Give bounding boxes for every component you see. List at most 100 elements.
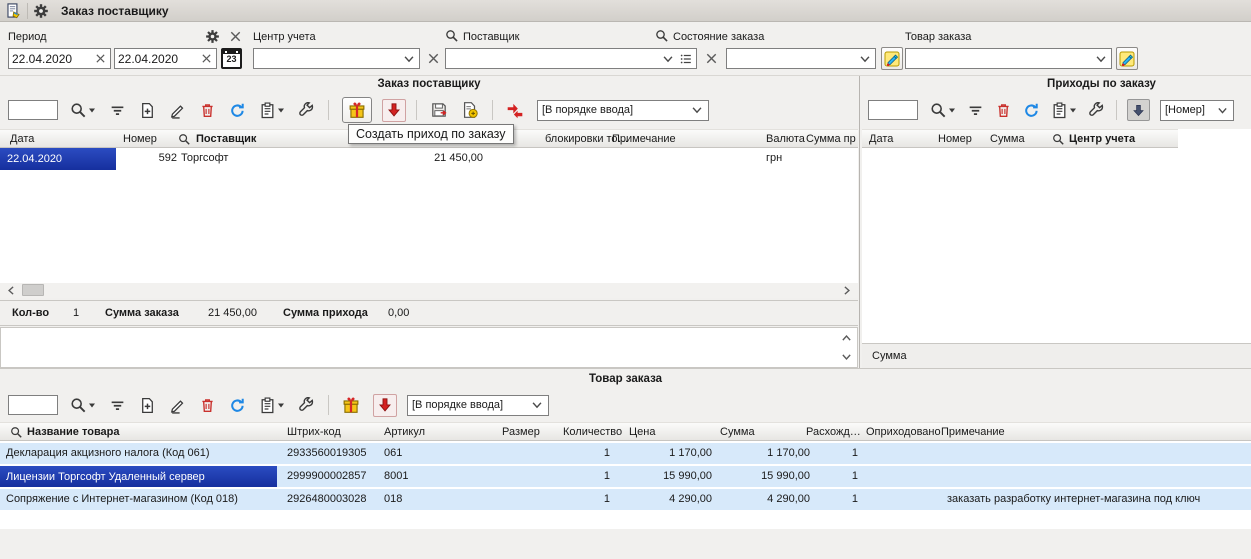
report-icon[interactable] [5,2,22,19]
scroll-right-icon[interactable] [840,284,853,297]
delete-button[interactable] [995,102,1012,119]
product-row[interactable]: Сопряжение с Интернет-магазином (Код 018… [0,489,1251,510]
col-center[interactable]: Центр учета [1069,133,1135,145]
wrench-icon [1088,102,1105,119]
order-notes-area[interactable] [0,327,858,368]
settings-button[interactable] [298,397,315,414]
product-name-selected-cell[interactable]: Лицензии Торгсофт Удаленный сервер [0,466,277,487]
order-product-filter-select[interactable] [905,48,1112,69]
order-hscrollbar[interactable] [0,283,858,298]
period-to-input[interactable]: 22.04.2020 [114,48,217,69]
edit-button[interactable] [169,397,186,414]
scroll-thumb[interactable] [22,284,44,296]
receipts-sort-select[interactable]: [Номер] [1160,99,1234,121]
col-received[interactable]: Оприходовано [866,426,941,438]
order-sort-select[interactable]: [В порядке ввода] [537,99,709,121]
receipts-search-input[interactable] [868,100,918,120]
add-button[interactable] [139,102,156,119]
col-note[interactable]: Примечание [941,426,1005,438]
scroll-down-icon[interactable] [840,350,853,363]
refresh-button[interactable] [229,397,246,414]
order-protect-button[interactable] [461,101,479,119]
search-button[interactable] [70,102,96,119]
refresh-button[interactable] [1023,102,1040,119]
merge-orders-button[interactable] [506,101,524,119]
product-row[interactable]: Лицензии Торгсофт Удаленный сервер 29999… [0,466,1251,487]
col-supplier[interactable]: Поставщик [196,133,256,145]
refresh-button[interactable] [229,102,246,119]
product-sort-select[interactable]: [В порядке ввода] [407,394,549,416]
unload-receipt-button[interactable] [1127,99,1150,121]
order-state-filter-select[interactable] [726,48,876,69]
calendar-button[interactable]: 23 [221,48,242,69]
col-date[interactable]: Дата [10,133,34,145]
product-panel-title: Товар заказа [588,373,663,385]
settings-button[interactable] [298,102,315,119]
col-sum[interactable]: Сумма [990,133,1025,145]
clipboard-icon [259,397,276,414]
col-receipt-sum[interactable]: Сумма пр [806,133,856,145]
col-date[interactable]: Дата [869,133,893,145]
col-sum[interactable]: Сумма [720,426,755,438]
filter-button[interactable] [109,102,126,119]
filter-button[interactable] [109,397,126,414]
clear-x-icon[interactable] [200,52,213,65]
scroll-up-icon[interactable] [840,332,853,345]
receipts-grid-body[interactable] [862,148,1251,343]
clear-x-icon[interactable] [94,52,107,65]
search-button[interactable] [70,397,96,414]
create-receipt-button[interactable] [342,97,372,123]
order-state-edit-button[interactable] [881,47,903,70]
delete-button[interactable] [199,102,216,119]
col-article[interactable]: Артикул [384,426,425,438]
col-qty[interactable]: Количество [563,426,622,438]
product-search-input[interactable] [8,395,58,415]
order-grid-body[interactable]: 22.04.2020 592 Торгсофт 21 450,00 грн [0,148,858,283]
col-number[interactable]: Номер [123,133,157,145]
order-search-input[interactable] [8,100,58,120]
period-clear-icon[interactable] [228,29,243,44]
product-grid-header[interactable]: Название товара Штрих-код Артикул Размер… [0,422,1251,441]
settings-button[interactable] [1088,102,1105,119]
toolbar-divider [1116,100,1117,120]
product-article: 8001 [384,470,409,482]
supplier-clear-icon[interactable] [704,51,719,66]
col-number[interactable]: Номер [938,133,972,145]
create-receipt-button[interactable] [342,396,360,414]
col-currency[interactable]: Валюта [766,133,805,145]
product-grid-body[interactable]: Декларация акцизного налога (Код 061) 29… [0,441,1251,529]
product-sum: 15 990,00 [761,470,810,482]
supplier-filter-select[interactable] [445,48,697,69]
col-price[interactable]: Цена [629,426,655,438]
order-row-date-cell[interactable]: 22.04.2020 [0,148,116,170]
col-size[interactable]: Размер [502,426,540,438]
edit-button[interactable] [169,102,186,119]
unload-product-button[interactable] [373,393,397,417]
report-button[interactable] [1051,102,1077,119]
center-filter-select[interactable] [253,48,420,69]
filter-button[interactable] [967,102,984,119]
product-row[interactable]: Декларация акцизного налога (Код 061) 29… [0,443,1251,464]
delete-button[interactable] [199,397,216,414]
report-button[interactable] [259,102,285,119]
period-from-input[interactable]: 22.04.2020 [8,48,111,69]
order-product-filter-label: Товар заказа [905,31,972,43]
unload-order-button[interactable] [382,98,406,122]
scroll-left-icon[interactable] [5,284,18,297]
col-name[interactable]: Название товара [27,426,120,438]
report-button[interactable] [259,397,285,414]
order-product-edit-button[interactable] [1116,47,1138,70]
search-button[interactable] [930,102,956,119]
period-settings-gear-icon[interactable] [205,29,220,44]
center-clear-icon[interactable] [426,51,441,66]
col-note[interactable]: Примечание [612,133,676,145]
add-button[interactable] [139,397,156,414]
col-barcode[interactable]: Штрих-код [287,426,341,438]
gear-icon[interactable] [33,3,49,19]
receipts-grid-header[interactable]: Дата Номер Сумма Центр учета [862,129,1178,148]
order-row[interactable]: 22.04.2020 592 Торгсофт 21 450,00 грн [0,148,858,170]
order-sum: 21 450,00 [434,152,483,164]
list-icon[interactable] [679,52,693,66]
save-export-button[interactable] [430,101,448,119]
col-diff[interactable]: Расхожд… [806,426,861,438]
